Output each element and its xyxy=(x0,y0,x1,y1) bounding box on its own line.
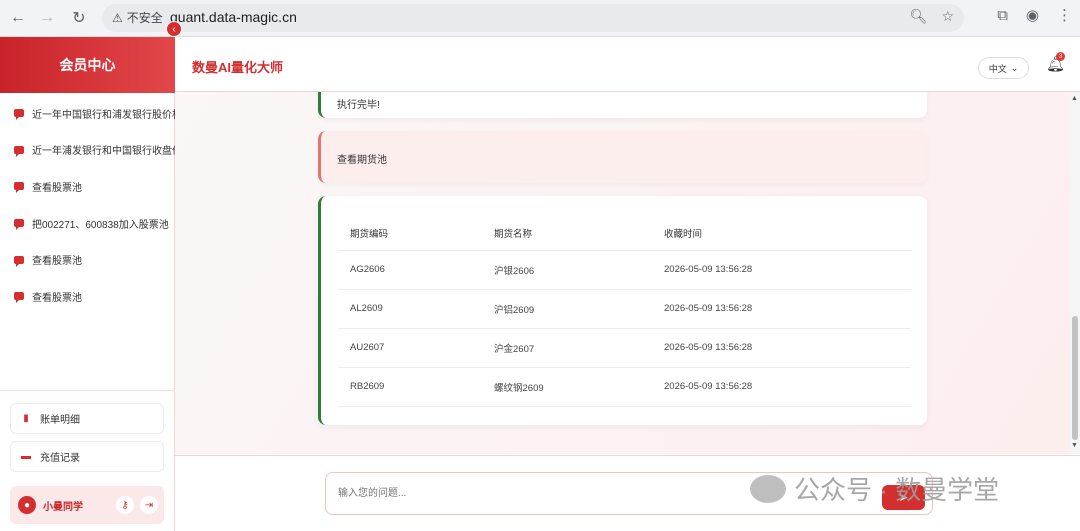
profile-icon[interactable]: ◉ xyxy=(1026,6,1039,24)
history-item[interactable]: 近一年浦发银行和中国银行收盘价 xyxy=(0,132,175,169)
chat-icon xyxy=(14,145,24,157)
table-cell: 2026-05-09 13:56:28 xyxy=(652,289,911,329)
forward-icon[interactable]: → xyxy=(35,6,59,30)
scroll-down-icon[interactable]: ▼ xyxy=(1071,442,1078,449)
chat-area: 执行完毕! 查看期货池 期货编码 期货名称 收藏时间 AG2606 沪银2606… xyxy=(175,92,1070,454)
bot-message-text: 执行完毕! xyxy=(337,100,380,111)
bookmark-star-icon[interactable]: ☆ xyxy=(941,8,954,25)
collapse-sidebar-icon[interactable]: ‹ xyxy=(166,21,182,37)
user-message-text: 查看期货池 xyxy=(337,155,387,166)
menu-icon[interactable]: ⋮ xyxy=(1057,6,1072,24)
chat-icon xyxy=(14,182,24,194)
sidebar: 会员中心 近一年中国银行和浦发银行股价相 近一年浦发银行和中国银行收盘价 查看股… xyxy=(0,37,175,531)
back-icon[interactable]: ← xyxy=(6,6,30,30)
bot-message: 执行完毕! xyxy=(318,92,927,118)
recharge-button[interactable]: ▬ 充值记录 xyxy=(10,441,164,472)
table-header-row: 期货编码 期货名称 收藏时间 xyxy=(338,216,911,251)
table-cell: 2026-05-09 13:56:28 xyxy=(652,250,911,290)
browser-toolbar: ← → ↻ ⚠ 不安全 quant.data-magic.cn 🔍︎ ☆ ⧉ ◉… xyxy=(0,0,1080,37)
security-indicator[interactable]: ⚠ 不安全 xyxy=(112,9,163,26)
wechat-logo-icon xyxy=(750,474,786,503)
table-cell: 2026-05-09 13:56:28 xyxy=(652,328,911,368)
column-header: 期货编码 xyxy=(338,216,482,251)
address-bar[interactable]: ⚠ 不安全 quant.data-magic.cn 🔍︎ ☆ xyxy=(102,4,964,32)
history-item[interactable]: 查看股票池 xyxy=(0,278,175,315)
chevron-down-icon: ⌄ xyxy=(1010,62,1019,73)
history-item[interactable]: 查看股票池 xyxy=(0,241,175,278)
scrollbar-thumb[interactable] xyxy=(1072,316,1078,440)
security-label: 不安全 xyxy=(126,11,163,25)
avatar[interactable]: ● xyxy=(18,496,36,514)
chat-icon xyxy=(14,219,24,231)
history-item-label: 近一年浦发银行和中国银行收盘价 xyxy=(32,146,175,158)
language-label: 中文 xyxy=(988,63,1007,74)
billing-label: 账单明细 xyxy=(40,415,80,426)
url-text[interactable]: quant.data-magic.cn xyxy=(170,9,297,25)
table-cell: 2026-05-09 13:56:28 xyxy=(652,367,911,407)
sidebar-footer: ▮ 账单明细 ▬ 充值记录 ● 小曼同学 ⚷ ⇥ xyxy=(0,390,175,531)
history-item-label: 查看股票池 xyxy=(32,256,82,268)
logout-icon[interactable]: ⇥ xyxy=(140,496,158,514)
table-cell: AG2606 xyxy=(338,250,482,290)
table-cell: AU2607 xyxy=(338,328,482,368)
column-header: 期货名称 xyxy=(482,216,652,251)
app-header: 数曼AI量化大师 中文 ⌄ 🔔︎ 3 xyxy=(175,37,1080,92)
reload-icon[interactable]: ↻ xyxy=(67,6,91,30)
document-icon: ▮ xyxy=(23,413,29,424)
language-select[interactable]: 中文 ⌄ xyxy=(978,57,1029,79)
billing-button[interactable]: ▮ 账单明细 xyxy=(10,403,164,434)
table-row: RB2609 螺纹钢2609 2026-05-09 13:56:28 xyxy=(338,367,911,407)
column-header: 收藏时间 xyxy=(652,216,911,251)
card-icon: ▬ xyxy=(21,451,31,462)
app-title: 数曼AI量化大师 xyxy=(192,60,284,75)
user-name: 小曼同学 xyxy=(43,501,83,513)
table-cell: RB2609 xyxy=(338,367,482,407)
extensions-icon[interactable]: ⧉ xyxy=(997,7,1008,24)
table-cell: 沪银2606 xyxy=(482,250,652,290)
recharge-label: 充值记录 xyxy=(40,453,80,464)
table-row: AL2609 沪铝2609 2026-05-09 13:56:28 xyxy=(338,289,911,329)
chat-scrollbar[interactable]: ▲ ▼ xyxy=(1070,92,1080,454)
history-item-label: 近一年中国银行和浦发银行股价相 xyxy=(32,109,175,121)
user-message: 查看期货池 xyxy=(318,131,927,183)
table-cell: 螺纹钢2609 xyxy=(482,367,652,407)
chat-icon xyxy=(14,292,24,304)
zoom-icon[interactable]: 🔍︎ xyxy=(910,8,928,25)
user-panel: ● 小曼同学 ⚷ ⇥ xyxy=(10,486,164,524)
history-item[interactable]: 近一年中国银行和浦发银行股价相 xyxy=(0,95,175,132)
futures-table: 期货编码 期货名称 收藏时间 AG2606 沪银2606 2026-05-09 … xyxy=(338,216,911,407)
notification-badge: 3 xyxy=(1056,52,1065,61)
history-item-label: 把002271、600838加入股票池 xyxy=(32,219,169,231)
history-item-label: 查看股票池 xyxy=(32,182,82,194)
bot-message: 期货编码 期货名称 收藏时间 AG2606 沪银2606 2026-05-09 … xyxy=(318,196,927,425)
scroll-up-icon[interactable]: ▲ xyxy=(1071,95,1078,102)
key-icon[interactable]: ⚷ xyxy=(116,496,134,514)
watermark-text: 公众号 · 数曼学堂 xyxy=(794,475,1000,505)
history-item-label: 查看股票池 xyxy=(32,292,82,304)
history-item[interactable]: 把002271、600838加入股票池 xyxy=(0,205,175,242)
history-list: 近一年中国银行和浦发银行股价相 近一年浦发银行和中国银行收盘价 查看股票池 把0… xyxy=(0,95,175,315)
warning-icon: ⚠ xyxy=(112,10,123,25)
table-cell: AL2609 xyxy=(338,289,482,329)
chat-icon xyxy=(14,109,24,121)
table-row: AG2606 沪银2606 2026-05-09 13:56:28 xyxy=(338,250,911,290)
sidebar-title: 会员中心 xyxy=(0,37,175,93)
watermark: 公众号 · 数曼学堂 xyxy=(750,470,999,507)
table-cell: 沪金2607 xyxy=(482,328,652,368)
history-item[interactable]: 查看股票池 xyxy=(0,168,175,205)
chat-icon xyxy=(14,255,24,267)
table-cell: 沪铝2609 xyxy=(482,289,652,329)
table-row: AU2607 沪金2607 2026-05-09 13:56:28 xyxy=(338,328,911,368)
